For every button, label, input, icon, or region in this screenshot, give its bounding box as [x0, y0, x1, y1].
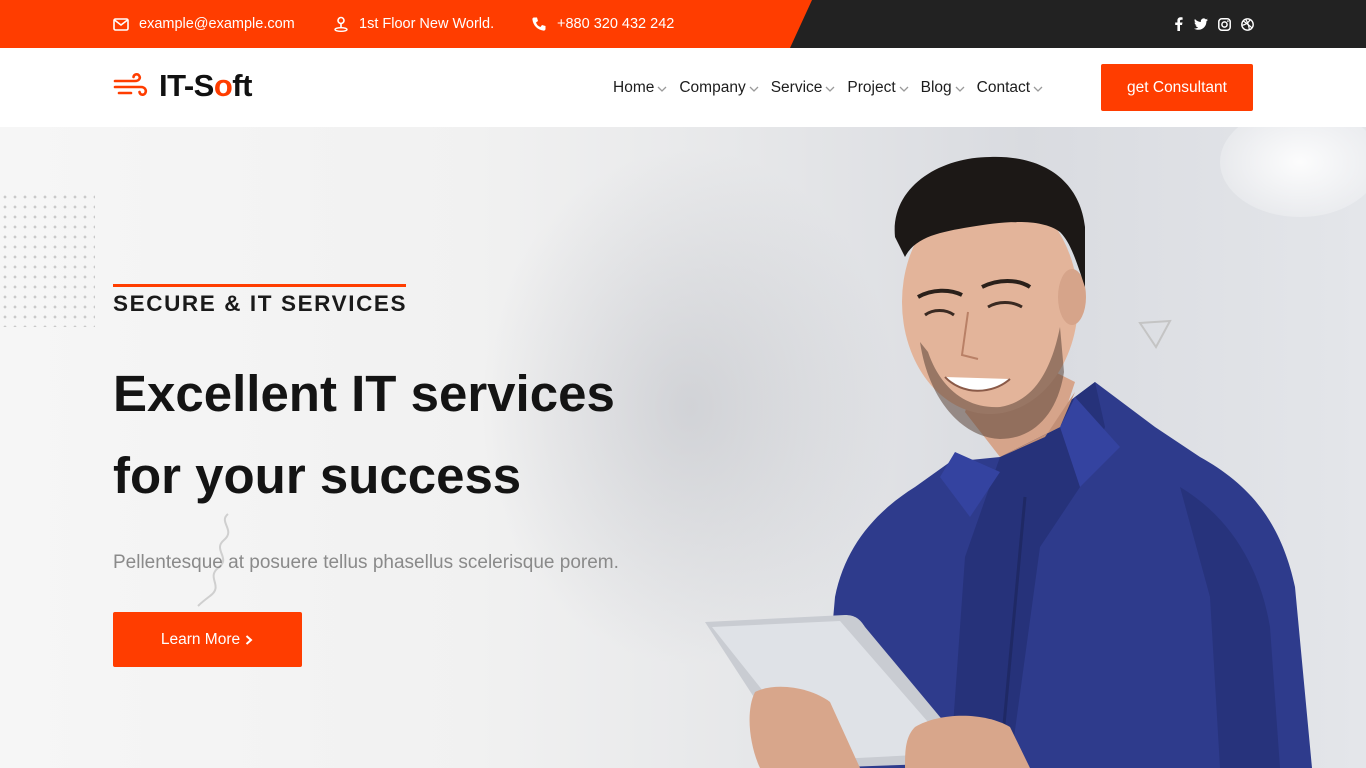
- top-address-text: 1st Floor New World.: [359, 16, 495, 32]
- facebook-icon[interactable]: [1171, 17, 1185, 31]
- main-header: IT-Soft Home Company Service Project Blo…: [0, 48, 1366, 127]
- chevron-down-icon: [657, 86, 667, 92]
- chevron-down-icon: [955, 86, 965, 92]
- chevron-right-icon: [245, 634, 253, 645]
- nav-item-company[interactable]: Company: [679, 79, 759, 97]
- hero-headline: Excellent IT services for your success: [113, 353, 713, 517]
- learn-more-button[interactable]: Learn More: [113, 612, 302, 667]
- envelope-icon: [113, 17, 129, 31]
- hero-person-image: [705, 156, 1312, 768]
- chevron-down-icon: [899, 86, 909, 92]
- location-icon: [334, 16, 348, 32]
- top-phone[interactable]: +880 320 432 242: [531, 0, 674, 48]
- nav-item-contact[interactable]: Contact: [977, 79, 1043, 97]
- kicker-underline: [113, 284, 406, 287]
- get-consultant-button[interactable]: get Consultant: [1101, 64, 1253, 111]
- instagram-icon[interactable]: [1217, 17, 1231, 31]
- top-email[interactable]: example@example.com: [113, 0, 295, 48]
- top-phone-text: +880 320 432 242: [557, 16, 675, 32]
- hero-headline-line1: Excellent IT services: [113, 365, 615, 422]
- dot-pattern: [0, 192, 95, 327]
- chevron-down-icon: [749, 86, 759, 92]
- twitter-icon[interactable]: [1194, 17, 1208, 31]
- nav-item-service[interactable]: Service: [771, 79, 836, 97]
- nav-item-home[interactable]: Home: [613, 79, 667, 97]
- dribbble-icon[interactable]: [1240, 17, 1254, 31]
- social-links: [1171, 0, 1254, 48]
- chevron-down-icon: [1033, 86, 1043, 92]
- nav-item-blog[interactable]: Blog: [921, 79, 965, 97]
- learn-more-label: Learn More: [160, 630, 241, 648]
- top-address: 1st Floor New World.: [333, 0, 494, 48]
- top-email-text: example@example.com: [139, 16, 295, 32]
- hero-description: Pellentesque at posuere tellus phasellus…: [113, 552, 619, 573]
- hero-headline-line2: for your success: [113, 447, 522, 504]
- hero-kicker: SECURE & IT SERVICES: [113, 291, 408, 316]
- phone-icon: [532, 17, 546, 31]
- chevron-down-icon: [825, 86, 835, 92]
- hero-section: SECURE & IT SERVICES Excellent IT servic…: [0, 127, 1366, 768]
- logo-wind-icon: [113, 73, 148, 96]
- main-nav: Home Company Service Project Blog Contac…: [613, 48, 1055, 127]
- top-bar: example@example.com 1st Floor New World.…: [0, 0, 1366, 48]
- site-logo[interactable]: IT-Soft: [113, 66, 252, 106]
- nav-item-project[interactable]: Project: [847, 79, 909, 97]
- logo-text: IT-Soft: [159, 68, 252, 103]
